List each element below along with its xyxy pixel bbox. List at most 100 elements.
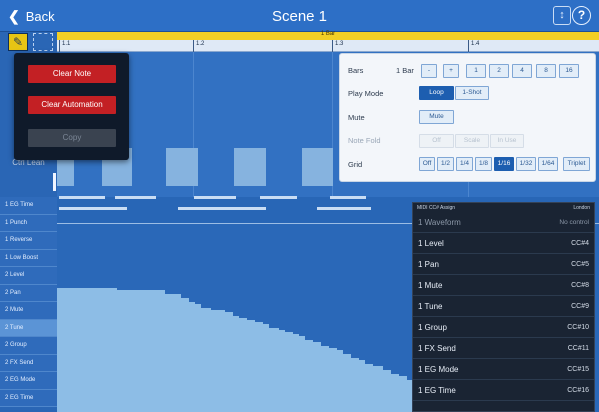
- bars-option-button[interactable]: 16: [559, 64, 579, 78]
- cc-value: CC#4: [571, 239, 589, 247]
- bars-option-button[interactable]: 8: [536, 64, 556, 78]
- track-item[interactable]: 2 FX Send: [0, 354, 57, 372]
- cc-value: CC#8: [571, 281, 589, 289]
- cc-value: CC#15: [567, 365, 589, 373]
- bars-decrement-button[interactable]: -: [421, 64, 437, 78]
- track-item[interactable]: 2 Level: [0, 267, 57, 285]
- loop-range-label: 1 Bar: [320, 31, 336, 37]
- ruler-mark: 1.1: [59, 40, 70, 52]
- grid-option-button[interactable]: 1/2: [437, 157, 454, 171]
- help-icon[interactable]: ?: [572, 6, 591, 25]
- ruler-mark: 1.2: [193, 40, 204, 52]
- cc-row[interactable]: 1 FX Send CC#11: [413, 338, 594, 359]
- track-item[interactable]: 1 Punch: [0, 214, 57, 232]
- bars-option-button[interactable]: 1: [466, 64, 486, 78]
- sequencer-screen: ❮ Back Scene 1 ↕ ? ✎ 1 Bar 1.1 1.2 1.3 1…: [0, 0, 599, 412]
- cc-row[interactable]: 1 EG Time CC#16: [413, 380, 594, 401]
- bars-increment-button[interactable]: +: [443, 64, 459, 78]
- grid-option-button-selected[interactable]: 1/16: [494, 157, 514, 171]
- cc-row[interactable]: 1 Waveform No control: [413, 212, 594, 233]
- top-bar: ❮ Back Scene 1 ↕ ?: [0, 0, 599, 32]
- track-item[interactable]: 2 Mute: [0, 302, 57, 320]
- note-block[interactable]: [302, 148, 333, 186]
- cc-row[interactable]: 1 Level CC#4: [413, 233, 594, 254]
- cc-panel-title-right: London: [573, 204, 590, 211]
- copy-button[interactable]: Copy: [28, 129, 116, 147]
- track-item[interactable]: 1 Reverse: [0, 232, 57, 250]
- track-item[interactable]: 2 Pan: [0, 284, 57, 302]
- cc-param: 1 EG Mode: [418, 364, 459, 374]
- cc-value: No control: [559, 218, 589, 226]
- note-strip[interactable]: [194, 196, 236, 199]
- ruler-mark: 1.3: [332, 40, 343, 52]
- transpose-icon[interactable]: ↕: [553, 6, 571, 25]
- clear-automation-button[interactable]: Clear Automation: [28, 96, 116, 114]
- cc-param: 1 Tune: [418, 301, 443, 311]
- mute-button[interactable]: Mute: [419, 110, 454, 124]
- grid-option-button[interactable]: Off: [419, 157, 435, 171]
- note-strip[interactable]: [59, 196, 105, 199]
- cc-param: 1 EG Time: [418, 385, 456, 395]
- track-item-selected[interactable]: 2 Tune: [0, 319, 57, 337]
- grid-option-button[interactable]: 1/8: [475, 157, 492, 171]
- cc-row[interactable]: 1 Mute CC#8: [413, 275, 594, 296]
- notefold-inuse-button[interactable]: In Use: [490, 134, 524, 148]
- note-strip[interactable]: [260, 196, 297, 199]
- cc-param: 1 Level: [418, 238, 444, 248]
- page-title: Scene 1: [271, 8, 328, 25]
- bars-option-button[interactable]: 4: [512, 64, 532, 78]
- cc-row[interactable]: 1 Tune CC#9: [413, 296, 594, 317]
- note-strip[interactable]: [330, 196, 366, 199]
- playmode-loop-button[interactable]: Loop: [419, 86, 454, 100]
- track-list[interactable]: 1 EG Time 1 Punch 1 Reverse 1 Low Boost …: [0, 197, 57, 412]
- notefold-label: Note Fold: [348, 136, 381, 145]
- note-strip[interactable]: [115, 196, 156, 199]
- bars-value: 1 Bar: [396, 66, 414, 75]
- track-item[interactable]: 1 EG Time: [0, 197, 57, 215]
- note-strip[interactable]: [178, 207, 266, 210]
- cc-param: 1 Mute: [418, 280, 443, 290]
- grid-option-button[interactable]: 1/32: [516, 157, 536, 171]
- select-tool-icon[interactable]: [33, 33, 53, 51]
- grid-option-button[interactable]: 1/4: [456, 157, 473, 171]
- bars-label: Bars: [348, 66, 364, 75]
- note-block[interactable]: [234, 148, 266, 186]
- cc-panel-title: MIDI CC# Assign: [417, 204, 456, 211]
- cc-value: CC#5: [571, 260, 589, 268]
- note-strip[interactable]: [317, 207, 371, 210]
- bars-option-button[interactable]: 2: [489, 64, 509, 78]
- track-item[interactable]: 2 EG Time: [0, 389, 57, 407]
- track-item[interactable]: 1 Low Boost: [0, 249, 57, 267]
- cc-row[interactable]: 1 EG Mode CC#15: [413, 359, 594, 380]
- clear-note-button[interactable]: Clear Note: [28, 65, 116, 83]
- cc-value: CC#9: [571, 302, 589, 310]
- note-strip[interactable]: [59, 207, 127, 210]
- note-block[interactable]: [166, 148, 198, 186]
- mute-label: Mute: [348, 113, 365, 122]
- tool-strip: ✎: [0, 32, 57, 52]
- midi-cc-assign-panel: MIDI CC# Assign London 1 Waveform No cont…: [412, 202, 595, 412]
- track-item[interactable]: 2 EG Mode: [0, 372, 57, 390]
- ruler-mark: 1.4: [468, 40, 479, 52]
- cc-param: 1 Waveform: [418, 217, 461, 227]
- track-item[interactable]: 2 Group: [0, 337, 57, 355]
- cc-panel-header: MIDI CC# Assign London: [413, 203, 594, 212]
- cc-row[interactable]: 1 Group CC#10: [413, 317, 594, 338]
- edit-tool-icon[interactable]: ✎: [8, 33, 28, 51]
- grid-triplet-button[interactable]: Triplet: [563, 157, 590, 171]
- notefold-off-button[interactable]: Off: [419, 134, 454, 148]
- loop-range-bar[interactable]: 1 Bar: [57, 31, 599, 40]
- edit-popup: Clear Note Clear Automation Copy: [14, 53, 129, 160]
- cc-value: CC#10: [567, 323, 589, 331]
- timeline-ruler[interactable]: 1.1 1.2 1.3 1.4: [57, 40, 599, 52]
- pattern-settings-panel: Bars 1 Bar - + 1 2 4 8 16 Play Mode Loop…: [339, 53, 596, 182]
- cc-param: 1 FX Send: [418, 343, 456, 353]
- playmode-label: Play Mode: [348, 89, 384, 98]
- cc-row[interactable]: 1 Pan CC#5: [413, 254, 594, 275]
- playmode-oneshot-button[interactable]: 1-Shot: [455, 86, 489, 100]
- cc-param: 1 Pan: [418, 259, 439, 269]
- notefold-scale-button[interactable]: Scale: [455, 134, 489, 148]
- cc-param: 1 Group: [418, 322, 447, 332]
- track-scrollbar[interactable]: [53, 173, 56, 191]
- grid-option-button[interactable]: 1/64: [538, 157, 558, 171]
